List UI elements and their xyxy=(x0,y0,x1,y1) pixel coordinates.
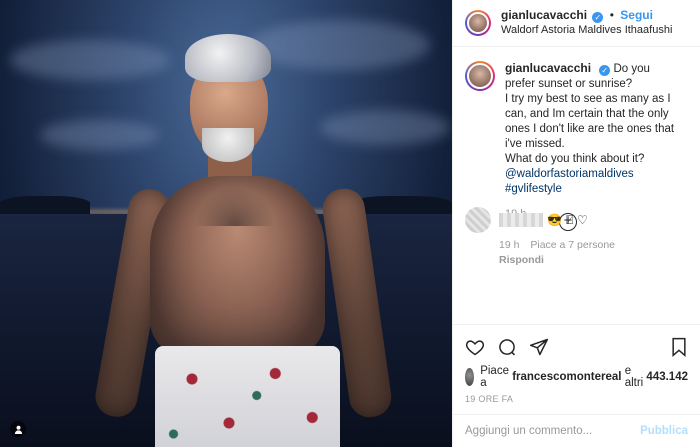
liker-username[interactable]: francescomontereal xyxy=(512,371,621,383)
location-link[interactable]: Waldorf Astoria Maldives Ithaafushi xyxy=(501,23,672,38)
author-avatar[interactable] xyxy=(465,10,491,36)
author-username[interactable]: gianlucavacchi xyxy=(501,8,587,22)
verified-badge-icon: ✓ xyxy=(599,65,611,76)
post-photo[interactable] xyxy=(0,0,452,447)
post-date[interactable]: 19 ORE FA xyxy=(453,386,700,408)
actions-bar xyxy=(453,324,700,364)
post-header: gianlucavacchi ✓ • Segui Waldorf Astoria… xyxy=(453,0,700,47)
reply-button[interactable]: Rispondi xyxy=(499,254,689,266)
user-tag-icon[interactable] xyxy=(10,421,26,437)
follow-button[interactable]: Segui xyxy=(620,8,653,22)
bookmark-icon[interactable] xyxy=(670,337,688,361)
comment-like-heart-icon[interactable]: ♡ xyxy=(577,213,588,227)
caption-username[interactable]: gianlucavacchi xyxy=(505,61,591,75)
comment-likes[interactable]: Piace a 7 persone xyxy=(530,239,615,251)
comment-input[interactable] xyxy=(465,425,641,437)
comment-item: 😎 ⍁ ♡ 19 h Piace a 7 persone Rispondi xyxy=(465,207,689,266)
comment-time[interactable]: 19 h xyxy=(499,239,519,251)
hashtag-link[interactable]: #gvlifestyle xyxy=(505,183,562,195)
heart-icon[interactable] xyxy=(465,337,485,361)
chest-tattoo xyxy=(195,186,275,226)
caption-avatar[interactable] xyxy=(465,61,495,91)
likes-count[interactable]: 443.142 xyxy=(646,371,688,383)
beard xyxy=(202,128,254,162)
hair xyxy=(185,34,271,82)
liker-avatar[interactable] xyxy=(465,368,475,386)
comments-section: gianlucavacchi ✓ Do you prefer sunset or… xyxy=(453,47,700,324)
post-sidebar: gianlucavacchi ✓ • Segui Waldorf Astoria… xyxy=(452,0,700,447)
island xyxy=(0,196,90,214)
tattooed-man xyxy=(92,28,410,447)
commenter-avatar-blurred[interactable] xyxy=(465,207,491,233)
caption-line: What do you think about it? xyxy=(505,153,645,165)
floral-shorts xyxy=(155,346,340,447)
add-comment-bar: Pubblica xyxy=(453,414,700,447)
publish-button[interactable]: Pubblica xyxy=(640,425,688,437)
commenter-name-blurred[interactable] xyxy=(499,213,543,227)
instagram-post: gianlucavacchi ✓ • Segui Waldorf Astoria… xyxy=(0,0,700,447)
comment-emoji-frame-icon: ⍁ xyxy=(565,212,574,227)
caption: gianlucavacchi ✓ Do you prefer sunset or… xyxy=(465,61,688,222)
mention-link[interactable]: @waldorfastoriamaldives xyxy=(505,168,634,180)
verified-badge-icon: ✓ xyxy=(592,12,604,23)
share-icon[interactable] xyxy=(529,337,549,361)
comment-icon[interactable] xyxy=(497,337,517,361)
caption-line: I try my best to see as many as I can, a… xyxy=(505,93,675,150)
likes-summary: Piace a francescomontereal e altri 443.1… xyxy=(453,364,700,389)
separator-dot: • xyxy=(609,8,614,22)
comment-emoji: 😎 xyxy=(547,213,562,227)
